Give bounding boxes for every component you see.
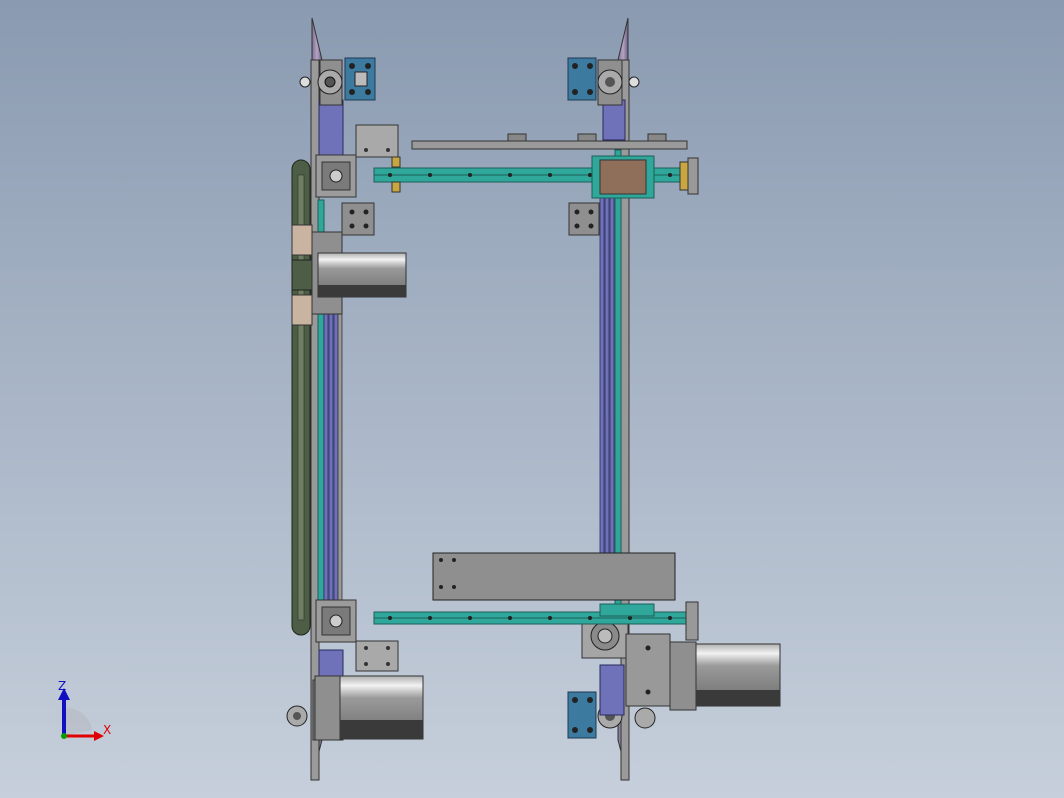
cad-viewport[interactable]: Z X	[0, 0, 1064, 798]
horizontal-members	[373, 133, 699, 641]
right-column	[567, 17, 781, 781]
x-axis-label: X	[103, 723, 111, 737]
coordinate-triad: Z X	[58, 679, 111, 741]
assembly-drawing: Z X	[58, 17, 781, 781]
y-axis-dot	[61, 733, 67, 739]
left-column	[286, 17, 424, 781]
z-axis-label: Z	[58, 679, 66, 693]
